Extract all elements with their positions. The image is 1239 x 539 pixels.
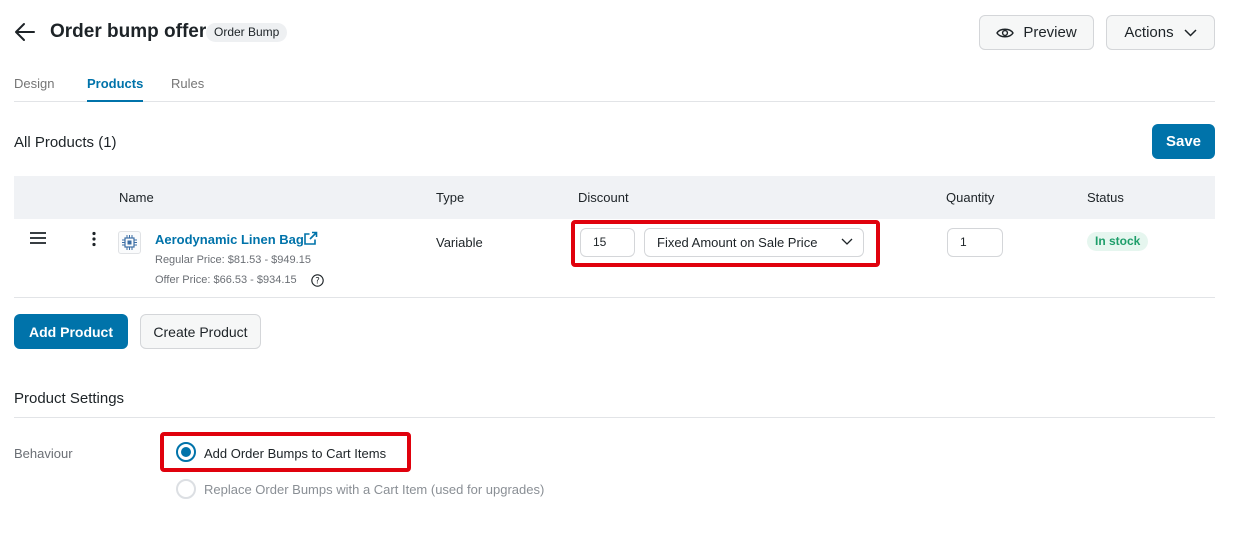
radio-replace-cart-item-label[interactable]: Replace Order Bumps with a Cart Item (us…	[204, 482, 544, 497]
col-discount: Discount	[578, 190, 629, 205]
col-quantity: Quantity	[946, 190, 995, 205]
discount-type-select[interactable]: Fixed Amount on Sale Price	[644, 228, 864, 257]
tab-bar: Design Products Rules	[14, 76, 1215, 102]
help-icon[interactable]: ?	[311, 274, 324, 287]
chevron-down-icon	[1184, 28, 1197, 37]
actions-label: Actions	[1124, 24, 1174, 41]
page-header: Order bump offer Order Bump Preview Acti…	[0, 0, 1239, 64]
type-badge: Order Bump	[206, 23, 288, 42]
divider	[14, 417, 1215, 418]
preview-button[interactable]: Preview	[979, 15, 1094, 50]
col-name: Name	[119, 190, 154, 205]
more-options-icon[interactable]	[91, 231, 97, 247]
eye-icon	[996, 28, 1015, 37]
product-image-icon	[122, 235, 137, 250]
back-arrow-icon[interactable]	[14, 22, 36, 42]
discount-value-input[interactable]: 15	[580, 228, 635, 257]
create-product-button[interactable]: Create Product	[140, 314, 261, 349]
discount-type-value: Fixed Amount on Sale Price	[657, 235, 818, 250]
all-products-title: All Products (1)	[14, 134, 117, 151]
table-header: Name Type Discount Quantity Status	[14, 176, 1215, 219]
product-settings-title: Product Settings	[14, 390, 125, 407]
regular-price: Regular Price: $81.53 - $949.15	[155, 254, 311, 266]
add-product-button[interactable]: Add Product	[14, 314, 128, 349]
page-title: Order bump offer	[50, 21, 207, 42]
actions-button[interactable]: Actions	[1106, 15, 1215, 50]
drag-handle-icon[interactable]	[29, 231, 47, 245]
product-thumbnail	[118, 231, 141, 254]
tab-rules[interactable]: Rules	[171, 76, 204, 102]
tab-products[interactable]: Products	[87, 76, 144, 102]
preview-label: Preview	[1023, 24, 1077, 41]
col-type: Type	[436, 190, 465, 205]
behaviour-label: Behaviour	[14, 446, 73, 461]
radio-add-to-cart-label[interactable]: Add Order Bumps to Cart Items	[204, 446, 386, 461]
svg-text:?: ?	[315, 277, 320, 287]
col-status: Status	[1087, 190, 1124, 205]
status-badge: In stock	[1087, 232, 1149, 251]
radio-add-to-cart[interactable]	[176, 442, 196, 462]
product-type: Variable	[436, 235, 483, 250]
radio-replace-cart-item[interactable]	[176, 479, 196, 499]
product-name-link[interactable]: Aerodynamic Linen Bag	[155, 232, 304, 247]
external-link-icon[interactable]	[303, 231, 318, 246]
quantity-input[interactable]: 1	[947, 228, 1003, 257]
offer-price: Offer Price: $66.53 - $934.15	[155, 274, 297, 286]
tab-design[interactable]: Design	[14, 76, 54, 102]
save-button[interactable]: Save	[1152, 124, 1215, 159]
chevron-down-icon	[841, 238, 853, 245]
